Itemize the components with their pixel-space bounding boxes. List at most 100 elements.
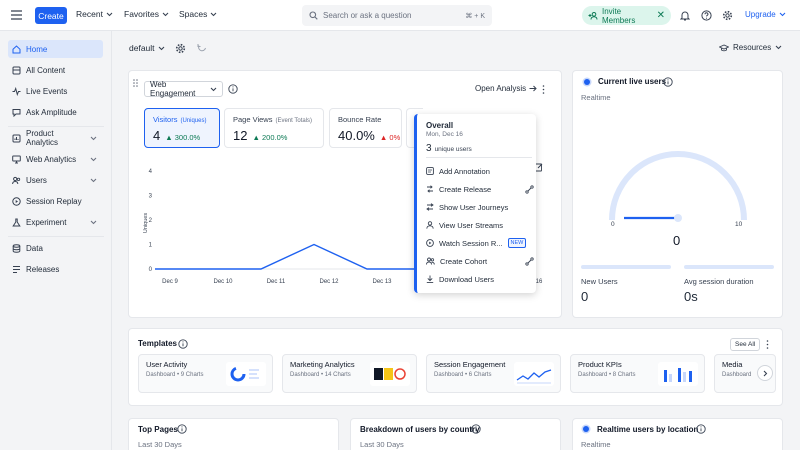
y-tick-label: 0 bbox=[149, 267, 153, 273]
template-user-activity[interactable]: User Activity Dashboard • 9 Charts bbox=[138, 354, 273, 393]
upgrade-button[interactable]: Upgrade bbox=[745, 10, 786, 19]
metric-value: 4 bbox=[153, 128, 161, 143]
sidebar-item-label: Session Replay bbox=[26, 196, 82, 206]
sidebar-item-experiment[interactable]: Experiment bbox=[8, 213, 103, 231]
chevron-down-icon bbox=[90, 220, 97, 225]
metric-change: 300.0% bbox=[174, 133, 201, 142]
refresh-icon[interactable] bbox=[197, 43, 207, 53]
search-shortcut: ⌘ + K bbox=[465, 12, 485, 20]
info-icon[interactable] bbox=[696, 424, 706, 434]
play-icon bbox=[426, 239, 434, 247]
metric-label: Page Views bbox=[233, 115, 273, 124]
drag-handle-icon[interactable] bbox=[133, 79, 138, 87]
monitor-icon bbox=[12, 155, 21, 164]
create-button[interactable]: Create bbox=[35, 7, 67, 24]
top-pages-subtitle: Last 30 Days bbox=[138, 440, 182, 449]
gear-icon[interactable] bbox=[175, 43, 186, 54]
open-analysis-link[interactable]: Open Analysis bbox=[475, 84, 537, 93]
web-engagement-select[interactable]: Web Engagement bbox=[144, 80, 223, 98]
top-bar: Create Recent Favorites Spaces Search or… bbox=[0, 0, 800, 31]
recent-label: Recent bbox=[76, 9, 103, 19]
recent-dropdown[interactable]: Recent bbox=[76, 9, 113, 19]
more-vertical-icon[interactable] bbox=[542, 85, 545, 94]
realtime-location-subtitle: Realtime bbox=[581, 440, 611, 449]
metric-visitors[interactable]: Visitors (Uniques) 4 ▲ 300.0% bbox=[144, 108, 220, 148]
sidebar-item-home[interactable]: Home bbox=[8, 40, 103, 58]
bell-icon[interactable] bbox=[680, 10, 690, 21]
menu-icon[interactable] bbox=[11, 10, 22, 20]
gear-icon[interactable] bbox=[722, 10, 733, 21]
users-icon bbox=[12, 176, 21, 185]
sidebar-item-ask-amplitude[interactable]: Ask Amplitude bbox=[8, 103, 103, 121]
more-vertical-icon[interactable] bbox=[766, 340, 769, 349]
menu-item-label: Create Cohort bbox=[440, 256, 488, 266]
create-release-item[interactable]: Create Release bbox=[426, 182, 534, 196]
info-icon[interactable] bbox=[178, 339, 188, 349]
metric-qualifier: (Uniques) bbox=[180, 118, 207, 124]
space-select-value: default bbox=[129, 43, 155, 53]
database-icon bbox=[12, 243, 21, 253]
template-product-kpis[interactable]: Product KPIs Dashboard • 8 Charts bbox=[570, 354, 705, 393]
y-axis-label: Uniques bbox=[143, 213, 149, 233]
show-user-journeys-item[interactable]: Show User Journeys bbox=[426, 200, 534, 214]
ask-icon bbox=[12, 108, 21, 117]
sidebar-item-all-content[interactable]: All Content bbox=[8, 61, 103, 79]
space-select[interactable]: default bbox=[129, 43, 165, 53]
template-session-engagement[interactable]: Session Engagement Dashboard • 6 Charts bbox=[426, 354, 561, 393]
sidebar-item-data[interactable]: Data bbox=[8, 239, 103, 257]
view-user-streams-item[interactable]: View User Streams bbox=[426, 218, 534, 232]
help-icon[interactable] bbox=[701, 10, 712, 21]
sidebar-item-session-replay[interactable]: Session Replay bbox=[8, 192, 103, 210]
metric-page-views[interactable]: Page Views (Event Totals) 12 ▲ 200.0% bbox=[224, 108, 324, 148]
spaces-dropdown[interactable]: Spaces bbox=[179, 9, 217, 19]
chevron-right-icon[interactable] bbox=[757, 365, 773, 381]
info-icon[interactable] bbox=[177, 424, 187, 434]
info-icon[interactable] bbox=[471, 424, 481, 434]
sidebar-item-label: Users bbox=[26, 175, 47, 185]
sidebar-item-users[interactable]: Users bbox=[8, 171, 103, 189]
search-icon bbox=[309, 11, 318, 20]
sidebar-item-releases[interactable]: Releases bbox=[8, 260, 103, 278]
add-annotation-item[interactable]: Add Annotation bbox=[426, 164, 534, 178]
sidebar-item-label: All Content bbox=[26, 65, 66, 75]
create-cohort-item[interactable]: Create Cohort bbox=[426, 254, 534, 268]
content-icon bbox=[12, 66, 21, 75]
metric-change: 200.0% bbox=[262, 133, 288, 142]
sidebar-item-live-events[interactable]: Live Events bbox=[8, 82, 103, 100]
live-users-gauge bbox=[609, 151, 747, 222]
y-tick-label: 4 bbox=[149, 169, 153, 175]
resources-dropdown[interactable]: Resources bbox=[719, 43, 782, 52]
y-tick-label: 1 bbox=[149, 243, 153, 249]
metric-bounce-rate[interactable]: Bounce Rate 40.0% ▲ 0% bbox=[329, 108, 402, 148]
sidebar-item-label: Data bbox=[26, 243, 43, 253]
favorites-dropdown[interactable]: Favorites bbox=[124, 9, 169, 19]
watch-session-replay-item[interactable]: Watch Session R... NEW bbox=[426, 236, 534, 250]
resources-label: Resources bbox=[733, 43, 772, 52]
chevron-down-icon bbox=[210, 87, 217, 92]
sidebar-item-product-analytics[interactable]: Product Analytics bbox=[8, 129, 103, 147]
x-tick-label: Dec 12 bbox=[319, 279, 339, 285]
popup-count: 3 bbox=[426, 143, 432, 154]
home-icon bbox=[12, 44, 21, 54]
graduation-cap-icon bbox=[719, 44, 729, 52]
journeys-icon bbox=[426, 203, 434, 211]
info-icon[interactable] bbox=[663, 77, 673, 87]
menu-item-label: View User Streams bbox=[439, 220, 504, 230]
popup-title: Overall bbox=[426, 121, 454, 130]
live-users-subtitle: Realtime bbox=[581, 93, 611, 102]
annotation-icon bbox=[426, 167, 434, 175]
upgrade-label: Upgrade bbox=[745, 10, 776, 19]
add-user-icon bbox=[588, 11, 598, 20]
invite-members-button[interactable]: Invite Members ✕ bbox=[582, 6, 671, 25]
template-marketing-analytics[interactable]: Marketing Analytics Dashboard • 14 Chart… bbox=[282, 354, 417, 393]
see-all-button[interactable]: See All bbox=[730, 338, 761, 351]
sidebar-item-web-analytics[interactable]: Web Analytics bbox=[8, 150, 103, 168]
new-users-label: New Users bbox=[581, 277, 618, 286]
close-icon[interactable]: ✕ bbox=[657, 10, 665, 21]
search-input[interactable]: Search or ask a question ⌘ + K bbox=[302, 5, 492, 26]
template-thumbnail bbox=[370, 362, 410, 386]
download-users-item[interactable]: Download Users bbox=[426, 272, 534, 286]
arrow-icon: ▲ bbox=[379, 133, 388, 142]
metric-qualifier: (Event Totals) bbox=[275, 118, 313, 124]
info-icon[interactable] bbox=[228, 84, 238, 94]
